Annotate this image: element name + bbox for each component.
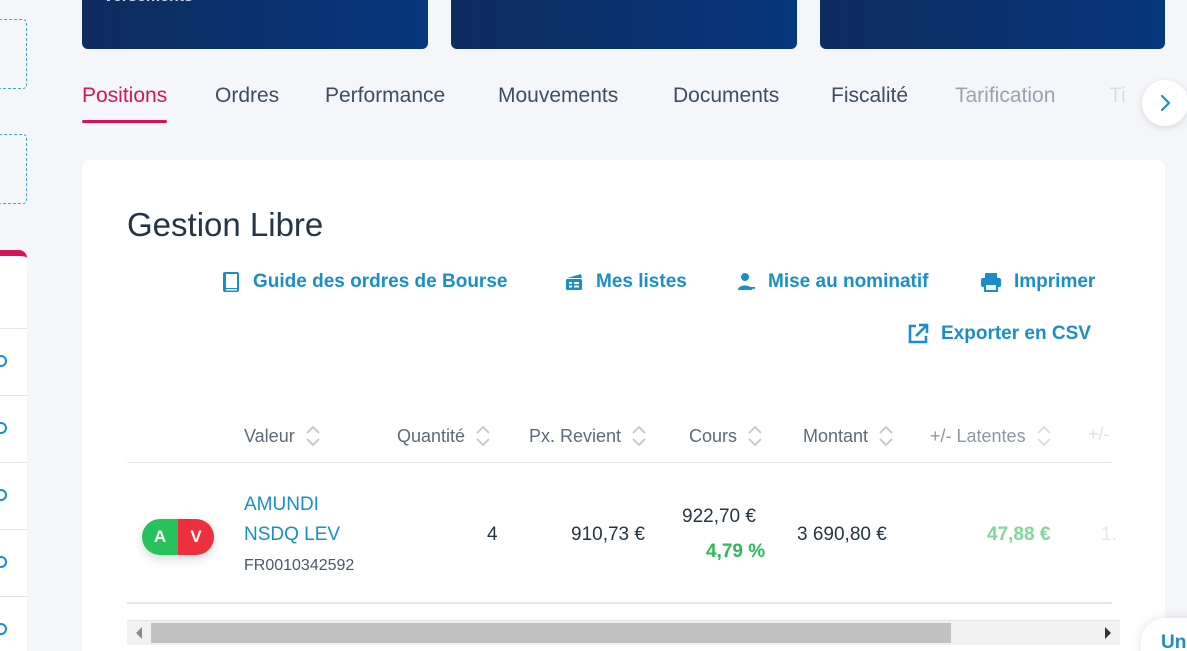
asset-isin: FR0010342592	[244, 557, 355, 574]
mise-au-nominatif-link[interactable]: Mise au nominatif	[736, 271, 928, 293]
side-row[interactable]	[0, 328, 27, 394]
buy-sell-toggle: A V	[142, 519, 214, 555]
sell-button[interactable]: V	[178, 519, 214, 555]
tab-performance[interactable]: Performance	[325, 84, 445, 108]
side-row[interactable]	[0, 529, 27, 595]
column-valeur[interactable]: Valeur	[244, 424, 321, 448]
tab-mouvements[interactable]: Mouvements	[498, 84, 618, 108]
cell-latentes: 47,88 €	[987, 524, 1051, 545]
radio-icon[interactable]	[0, 489, 7, 501]
column-label: +/-	[1088, 424, 1110, 444]
cell-px-revient: 910,73 €	[571, 524, 645, 545]
tabs-next-button[interactable]	[1142, 80, 1187, 126]
scroll-left-arrow-icon[interactable]	[136, 627, 142, 639]
book-icon	[223, 272, 239, 292]
cell-montant: 3 690,80 €	[797, 524, 887, 545]
cell-extra: 1.	[1101, 524, 1117, 545]
dropzone-box[interactable]	[0, 19, 27, 89]
buy-button[interactable]: A	[142, 519, 178, 555]
card-text: versements	[104, 0, 193, 6]
column-label: Cours	[689, 425, 738, 446]
side-row[interactable]	[0, 462, 27, 528]
summary-card[interactable]: versements	[82, 0, 428, 49]
left-sidebar	[0, 0, 28, 651]
column-label: Valeur	[244, 425, 295, 446]
list-icon	[566, 274, 582, 290]
tab-truncated[interactable]: Ti	[1109, 84, 1126, 108]
column-montant[interactable]: Montant	[803, 424, 894, 448]
summary-card[interactable]	[451, 0, 797, 49]
radio-icon[interactable]	[0, 422, 7, 434]
radio-icon[interactable]	[0, 556, 7, 568]
column-label: +/- Latentes	[930, 425, 1026, 446]
column-cours[interactable]: Cours	[689, 424, 763, 448]
column-label: Quantité	[397, 425, 466, 446]
scrollbar-thumb[interactable]	[151, 623, 951, 643]
column-label: Montant	[803, 425, 869, 446]
guide-ordres-label: Guide des ordres de Bourse	[253, 271, 508, 292]
guide-ordres-link[interactable]: Guide des ordres de Bourse	[221, 271, 507, 293]
scroll-right-arrow-icon[interactable]	[1105, 627, 1111, 639]
asset-name-link[interactable]: AMUNDI NSDQ LEV	[244, 490, 364, 550]
cell-variation: 4,79 %	[706, 541, 766, 562]
sort-icon[interactable]	[475, 424, 491, 448]
column-px-revient[interactable]: Px. Revient	[529, 424, 647, 448]
tab-ordres[interactable]: Ordres	[215, 84, 279, 108]
side-panel	[0, 250, 27, 651]
summary-card[interactable]	[820, 0, 1165, 49]
table-header: Valeur Quantité Px. Revient Cours Montan…	[127, 420, 1112, 463]
page: versements Positions Ordres Performance …	[0, 0, 1187, 651]
column-quantite[interactable]: Quantité	[397, 424, 491, 448]
imprimer-label: Imprimer	[1014, 271, 1096, 292]
tab-documents[interactable]: Documents	[673, 84, 779, 108]
tab-tarification[interactable]: Tarification	[955, 84, 1055, 108]
table-row[interactable]: A V AMUNDI NSDQ LEV FR0010342592 4 910,7…	[127, 470, 1117, 604]
tab-positions[interactable]: Positions	[82, 84, 168, 123]
column-extra[interactable]: +/-	[1088, 424, 1110, 445]
chevron-right-icon	[1160, 94, 1171, 112]
user-icon	[738, 273, 755, 290]
sort-icon[interactable]	[747, 424, 763, 448]
radio-icon[interactable]	[0, 355, 7, 367]
mise-au-nominatif-label: Mise au nominatif	[768, 271, 929, 292]
sort-icon[interactable]	[631, 424, 647, 448]
sort-icon[interactable]	[305, 424, 321, 448]
column-label: Px. Revient	[529, 425, 622, 446]
horizontal-scrollbar[interactable]	[127, 620, 1120, 645]
mes-listes-label: Mes listes	[596, 271, 687, 292]
external-link-icon	[908, 323, 929, 344]
exporter-csv-link[interactable]: Exporter en CSV	[907, 323, 1091, 345]
cell-cours: 922,70 €	[682, 506, 756, 527]
mes-listes-link[interactable]: Mes listes	[564, 271, 687, 293]
side-row[interactable]	[0, 596, 27, 651]
sort-icon[interactable]	[878, 424, 894, 448]
tab-fiscalite[interactable]: Fiscalité	[831, 84, 908, 108]
imprimer-link[interactable]: Imprimer	[980, 271, 1095, 293]
printer-icon	[981, 273, 1001, 292]
sort-icon[interactable]	[1036, 424, 1052, 448]
section-title: Gestion Libre	[127, 206, 324, 243]
dropzone-box[interactable]	[0, 134, 27, 204]
column-latentes[interactable]: +/- Latentes	[930, 424, 1052, 448]
radio-icon[interactable]	[0, 623, 7, 635]
tab-bar: Positions Ordres Performance Mouvements …	[82, 84, 1132, 124]
exporter-csv-label: Exporter en CSV	[941, 323, 1091, 344]
cell-quantite: 4	[487, 524, 498, 545]
chat-widget-label: Un	[1161, 632, 1187, 651]
side-row[interactable]	[0, 395, 27, 461]
